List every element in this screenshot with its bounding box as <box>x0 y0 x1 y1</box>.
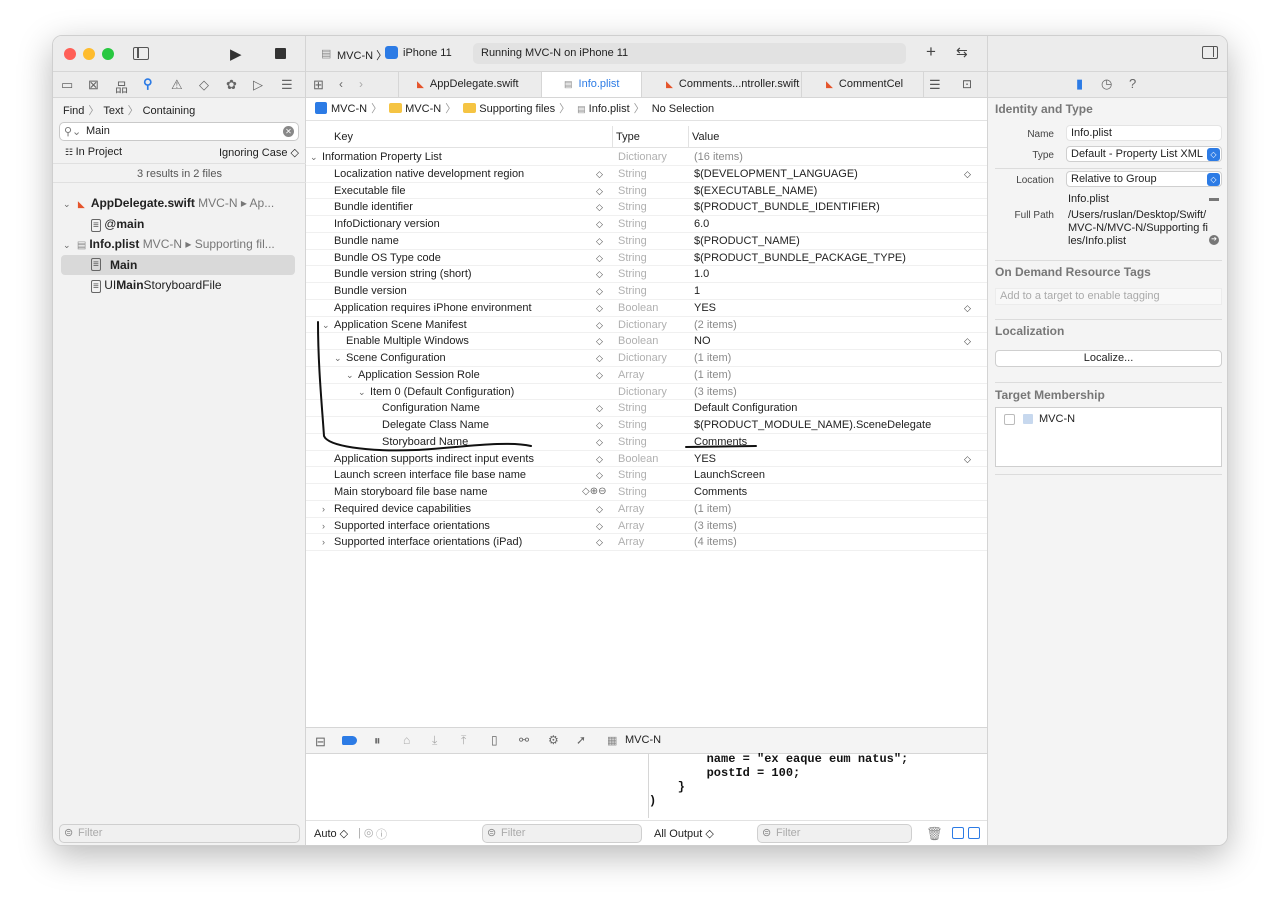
console-filter[interactable]: ⊜ Filter <box>757 824 912 843</box>
breakpoints-toggle-icon[interactable] <box>342 736 357 745</box>
reveal-in-finder-icon[interactable]: ➔ <box>1209 235 1219 245</box>
find-search-field[interactable]: ⚲⌄ Main ✕ <box>59 122 299 141</box>
result-file-infoplist[interactable]: ⌄ ▤ Info.plist MVC-N ▸ Supporting fil... <box>63 237 275 251</box>
magnifier-icon: ⚲⌄ <box>64 126 82 138</box>
environment-icon[interactable]: ⚙ <box>548 733 559 747</box>
debug-icon[interactable]: ✿ <box>226 77 237 93</box>
info-icon[interactable]: ⓘ <box>376 826 387 842</box>
results-summary: 3 results in 2 files <box>53 163 306 183</box>
swift-file-icon: ◣ <box>77 199 85 209</box>
navigator-selector-bar: ▭ ⊠ 品 ⚲ ⚠ ◇ ✿ ▷ ☰ <box>53 72 305 98</box>
odr-tags-field[interactable]: Add to a target to enable tagging <box>995 288 1222 305</box>
help-icon[interactable]: ? <box>1129 76 1136 91</box>
find-icon[interactable]: ⚲ <box>143 76 153 92</box>
issue-icon[interactable]: ⚠ <box>171 77 183 93</box>
odr-header: On Demand Resource Tags <box>995 265 1151 279</box>
sidebar-toggle-icon[interactable] <box>133 47 149 60</box>
output-select[interactable]: All Output ◇ <box>654 827 714 840</box>
line-icon: ≡ <box>91 280 101 293</box>
find-path[interactable]: Find 〉 Text 〉 Containing <box>63 102 195 118</box>
debug-bar: ⊟ ⏸ ⌂ ⤓ ⤒ ▯ ⚯ ⚙ ➚ ▦ MVC-N <box>306 727 987 754</box>
console-output[interactable]: name = "ex eaque eum natus"; postId = 10… <box>648 752 987 818</box>
variables-view-icon[interactable] <box>952 827 964 839</box>
left-titlebar: ▶ <box>53 36 305 72</box>
line-icon: ≡ <box>91 219 101 232</box>
filter-icon: ⊜ <box>762 827 772 839</box>
line-icon: ≡ <box>91 258 101 271</box>
eye-icon[interactable]: | ◎ <box>358 826 374 839</box>
case-option[interactable]: Ignoring Case ◇ <box>219 146 299 159</box>
app-target-icon <box>1023 414 1033 424</box>
stop-icon[interactable] <box>275 48 286 59</box>
target-checkbox[interactable] <box>1004 414 1015 425</box>
folder-icon[interactable]: ▬ <box>1209 193 1219 204</box>
step-over-icon[interactable]: ⌂ <box>403 733 410 747</box>
disclosure-icon[interactable]: ⌄ <box>63 199 71 209</box>
test-icon[interactable]: ◇ <box>199 77 209 93</box>
file-inspector-icon[interactable]: ▮ <box>1076 76 1083 92</box>
inspector-selector-bar: ▮ ◷ ? <box>988 72 1227 98</box>
find-scope[interactable]: ☷ In Project <box>65 146 122 158</box>
history-icon[interactable]: ◷ <box>1101 76 1112 92</box>
memory-graph-icon[interactable]: ⚯ <box>519 733 529 747</box>
full-path: /Users/ruslan/Desktop/Swift/MVC-N/MVC-N/… <box>1068 209 1208 247</box>
zoom-window-button[interactable] <box>102 48 114 60</box>
minimize-window-button[interactable] <box>83 48 95 60</box>
navigator-filter[interactable]: ⊜ Filter <box>59 824 300 843</box>
find-mode[interactable]: Find <box>63 105 84 117</box>
right-titlebar <box>988 36 1227 72</box>
navigator-pane: ▶ ▭ ⊠ 品 ⚲ ⚠ ◇ ✿ ▷ ☰ Find 〉 Text 〉 Containing… <box>53 36 306 845</box>
target-membership-list: MVC-N <box>995 407 1222 467</box>
source-control-icon[interactable]: ⊠ <box>88 77 99 93</box>
location-icon[interactable]: ➚ <box>576 733 586 747</box>
pause-icon[interactable]: ⏸ <box>374 733 381 749</box>
console-bottom-bar: Auto ◇ | ◎ ⓘ ⊜ Filter All Output ◇ ⊜ Filte… <box>306 820 987 845</box>
folder-icon[interactable]: ▭ <box>61 77 73 93</box>
clear-search-icon[interactable]: ✕ <box>283 126 294 137</box>
identity-header: Identity and Type <box>995 102 1093 116</box>
debug-target[interactable]: MVC-N <box>625 734 661 746</box>
inspector-toggle-icon[interactable] <box>1202 46 1218 59</box>
trash-icon[interactable]: 🗑 <box>926 826 943 842</box>
run-icon[interactable]: ▶ <box>230 45 242 63</box>
editor-pane: ▤ MVC-N 〉 iPhone 11 Running MVC-N on iPh… <box>306 36 987 845</box>
step-in-icon[interactable]: ⤓ <box>432 733 437 748</box>
view-debugger-icon[interactable]: ▯ <box>491 733 498 747</box>
result-line[interactable]: ≡ @main <box>91 217 144 232</box>
find-search-input[interactable]: Main <box>86 125 110 137</box>
hide-debug-icon[interactable]: ⊟ <box>315 734 326 750</box>
close-window-button[interactable] <box>64 48 76 60</box>
xcode-window: ▶ ▭ ⊠ 品 ⚲ ⚠ ◇ ✿ ▷ ☰ Find 〉 Text 〉 Containing… <box>52 35 1228 846</box>
result-file-appdelegate[interactable]: ⌄ ◣ AppDelegate.swift MVC-N ▸ Ap... <box>63 196 274 210</box>
symbol-icon[interactable]: 品 <box>115 77 128 96</box>
target-icon: ▦ <box>607 735 618 747</box>
location-file: Info.plist <box>1068 193 1109 205</box>
breakpoint-icon[interactable]: ▷ <box>253 77 263 93</box>
result-line-selected[interactable]: ≡ Main <box>61 255 295 275</box>
console-view-icon[interactable] <box>968 827 980 839</box>
type-select[interactable]: Default - Property List XML ◇ <box>1066 146 1222 162</box>
localization-header: Localization <box>995 324 1065 338</box>
find-match[interactable]: Containing <box>143 105 196 117</box>
handwritten-annotation <box>317 321 757 452</box>
report-icon[interactable]: ☰ <box>281 77 293 93</box>
filter-icon: ⊜ <box>487 827 497 839</box>
disclosure-icon[interactable]: ⌄ <box>63 240 71 250</box>
result-line[interactable]: ≡ UIMainStoryboardFile <box>91 278 222 293</box>
filter-icon: ⊜ <box>64 827 74 839</box>
localize-button[interactable]: Localize... <box>995 350 1222 367</box>
plist-file-icon: ▤ <box>76 240 87 251</box>
find-kind[interactable]: Text <box>103 105 123 117</box>
membership-header: Target Membership <box>995 388 1105 402</box>
step-out-icon[interactable]: ⤒ <box>461 733 466 748</box>
name-field[interactable]: Info.plist <box>1066 125 1222 141</box>
location-select[interactable]: Relative to Group ◇ <box>1066 171 1222 187</box>
auto-variables-select[interactable]: Auto ◇ <box>314 827 348 840</box>
variables-filter[interactable]: ⊜ Filter <box>482 824 642 843</box>
inspector-pane: ▮ ◷ ? Identity and Type Name Info.plist … <box>987 36 1227 845</box>
